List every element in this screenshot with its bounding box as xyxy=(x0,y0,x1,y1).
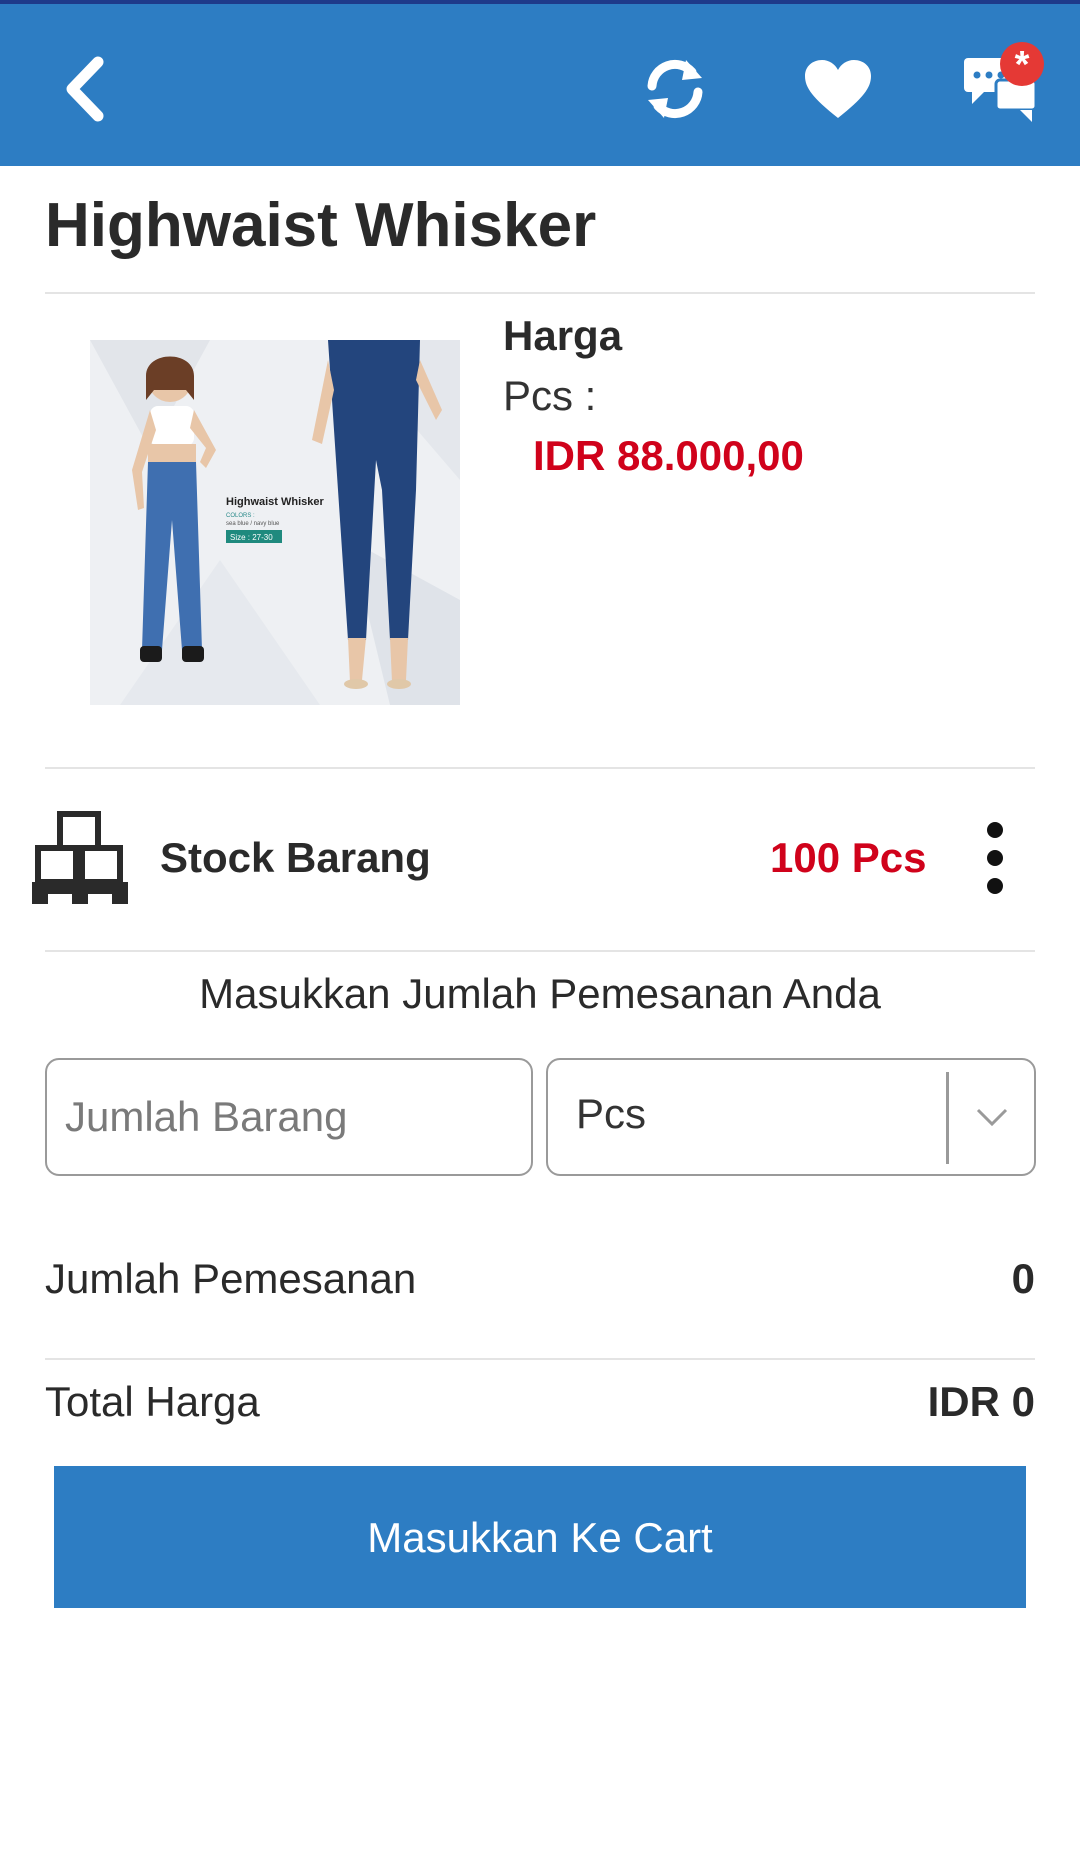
stock-value: 100 Pcs xyxy=(770,834,927,881)
select-separator xyxy=(946,1072,949,1164)
image-caption-colors: COLORS : xyxy=(226,513,255,519)
divider xyxy=(45,767,1035,769)
back-button[interactable] xyxy=(50,44,120,134)
pallet-boxes-icon xyxy=(30,810,130,906)
product-title: Highwaist Whisker xyxy=(45,191,597,260)
favorite-button[interactable] xyxy=(798,44,878,134)
image-caption-title: Highwaist Whisker xyxy=(226,496,325,508)
chat-badge: * xyxy=(1000,42,1044,86)
stock-label: Stock Barang xyxy=(160,834,431,881)
refresh-icon xyxy=(647,59,703,119)
divider xyxy=(45,950,1035,952)
order-quantity-value: 0 xyxy=(1011,1255,1035,1302)
unit-select[interactable]: Pcs xyxy=(546,1058,1036,1176)
divider xyxy=(45,1358,1035,1360)
refresh-button[interactable] xyxy=(635,44,715,134)
more-vertical-icon xyxy=(987,822,1003,894)
more-options-button[interactable] xyxy=(975,818,1015,898)
chevron-left-icon xyxy=(66,56,104,122)
order-quantity-label: Jumlah Pemesanan xyxy=(45,1255,417,1302)
quantity-input[interactable] xyxy=(45,1058,533,1176)
image-caption-color-list: sea blue / navy blue xyxy=(226,521,280,527)
heart-icon xyxy=(805,60,871,118)
unit-selected-value: Pcs xyxy=(576,1090,647,1137)
image-caption-size: Size : 27-30 xyxy=(230,533,273,542)
unit-label: Pcs : xyxy=(503,372,597,419)
order-prompt: Masukkan Jumlah Pemesanan Anda xyxy=(199,970,881,1017)
add-to-cart-button[interactable]: Masukkan Ke Cart xyxy=(54,1466,1026,1608)
app-bar: * xyxy=(0,4,1080,166)
total-price-value: IDR 0 xyxy=(927,1378,1035,1425)
product-photo: Highwaist Whisker COLORS : sea blue / na… xyxy=(90,340,460,705)
divider xyxy=(45,292,1035,294)
chevron-down-icon xyxy=(976,1108,1008,1127)
total-price-label: Total Harga xyxy=(45,1378,260,1425)
price-label: Harga xyxy=(503,312,623,359)
product-price: IDR 88.000,00 xyxy=(533,432,804,479)
product-image[interactable]: Highwaist Whisker COLORS : sea blue / na… xyxy=(90,340,460,705)
